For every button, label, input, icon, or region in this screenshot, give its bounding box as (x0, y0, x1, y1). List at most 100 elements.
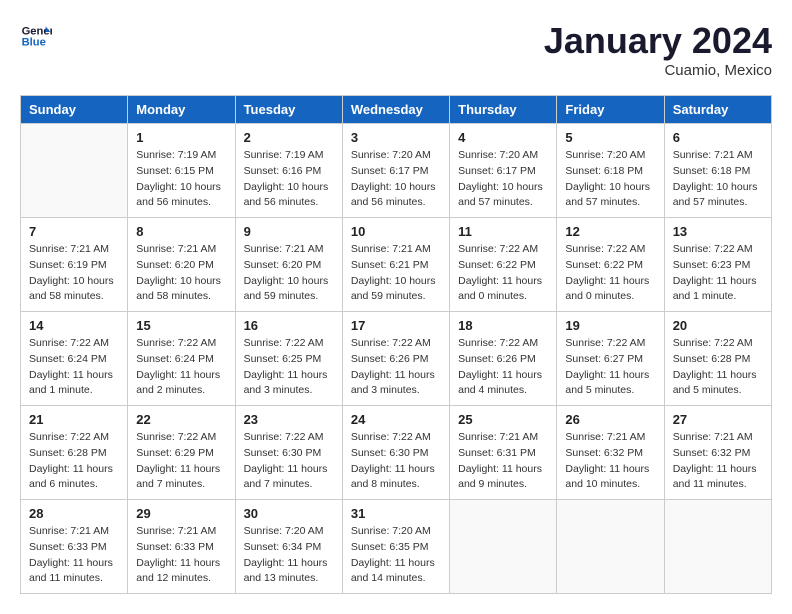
calendar-cell: 25 Sunrise: 7:21 AMSunset: 6:31 PMDayligh… (450, 406, 557, 500)
calendar-cell: 19 Sunrise: 7:22 AMSunset: 6:27 PMDayligh… (557, 312, 664, 406)
calendar-week-2: 7 Sunrise: 7:21 AMSunset: 6:19 PMDaylight… (21, 218, 772, 312)
column-header-sunday: Sunday (21, 96, 128, 124)
day-info: Sunrise: 7:22 AMSunset: 6:24 PMDaylight:… (29, 336, 119, 399)
page-header: General Blue January 2024 Cuamio, Mexico (20, 20, 772, 79)
column-header-friday: Friday (557, 96, 664, 124)
logo-icon: General Blue (20, 20, 52, 52)
day-info: Sunrise: 7:20 AMSunset: 6:17 PMDaylight:… (351, 148, 441, 211)
day-number: 6 (673, 130, 763, 145)
day-info: Sunrise: 7:22 AMSunset: 6:24 PMDaylight:… (136, 336, 226, 399)
day-number: 7 (29, 224, 119, 239)
day-number: 4 (458, 130, 548, 145)
calendar-cell: 18 Sunrise: 7:22 AMSunset: 6:26 PMDayligh… (450, 312, 557, 406)
calendar-cell (664, 500, 771, 594)
calendar-cell: 23 Sunrise: 7:22 AMSunset: 6:30 PMDayligh… (235, 406, 342, 500)
day-info: Sunrise: 7:20 AMSunset: 6:17 PMDaylight:… (458, 148, 548, 211)
calendar-cell (21, 124, 128, 218)
day-number: 31 (351, 506, 441, 521)
calendar-cell: 15 Sunrise: 7:22 AMSunset: 6:24 PMDayligh… (128, 312, 235, 406)
day-info: Sunrise: 7:21 AMSunset: 6:18 PMDaylight:… (673, 148, 763, 211)
column-header-wednesday: Wednesday (342, 96, 449, 124)
day-info: Sunrise: 7:20 AMSunset: 6:35 PMDaylight:… (351, 524, 441, 587)
day-number: 23 (244, 412, 334, 427)
day-info: Sunrise: 7:22 AMSunset: 6:28 PMDaylight:… (673, 336, 763, 399)
column-header-monday: Monday (128, 96, 235, 124)
calendar-cell: 27 Sunrise: 7:21 AMSunset: 6:32 PMDayligh… (664, 406, 771, 500)
calendar-cell: 17Sunrise: 7:22 AMSunset: 6:26 PMDayligh… (342, 312, 449, 406)
title-block: January 2024 Cuamio, Mexico (544, 20, 772, 79)
calendar-week-3: 14 Sunrise: 7:22 AMSunset: 6:24 PMDayligh… (21, 312, 772, 406)
calendar-cell: 1Sunrise: 7:19 AMSunset: 6:15 PMDaylight… (128, 124, 235, 218)
location: Cuamio, Mexico (544, 62, 772, 79)
day-info: Sunrise: 7:22 AMSunset: 6:30 PMDaylight:… (244, 430, 334, 493)
day-number: 10 (351, 224, 441, 239)
day-info: Sunrise: 7:22 AMSunset: 6:29 PMDaylight:… (136, 430, 226, 493)
day-number: 29 (136, 506, 226, 521)
day-number: 19 (565, 318, 655, 333)
calendar-cell: 6 Sunrise: 7:21 AMSunset: 6:18 PMDaylight… (664, 124, 771, 218)
svg-text:Blue: Blue (22, 37, 46, 49)
day-number: 17 (351, 318, 441, 333)
day-number: 9 (244, 224, 334, 239)
calendar-table: SundayMondayTuesdayWednesdayThursdayFrid… (20, 95, 772, 594)
month-title: January 2024 (544, 20, 772, 62)
day-info: Sunrise: 7:21 AMSunset: 6:20 PMDaylight:… (136, 242, 226, 305)
calendar-cell: 3 Sunrise: 7:20 AMSunset: 6:17 PMDaylight… (342, 124, 449, 218)
day-info: Sunrise: 7:22 AMSunset: 6:27 PMDaylight:… (565, 336, 655, 399)
day-number: 25 (458, 412, 548, 427)
calendar-cell: 11 Sunrise: 7:22 AMSunset: 6:22 PMDayligh… (450, 218, 557, 312)
day-number: 8 (136, 224, 226, 239)
day-number: 20 (673, 318, 763, 333)
day-number: 28 (29, 506, 119, 521)
calendar-week-4: 21 Sunrise: 7:22 AMSunset: 6:28 PMDayligh… (21, 406, 772, 500)
calendar-week-1: 1Sunrise: 7:19 AMSunset: 6:15 PMDaylight… (21, 124, 772, 218)
day-info: Sunrise: 7:19 AMSunset: 6:15 PMDaylight:… (136, 148, 226, 211)
day-info: Sunrise: 7:22 AMSunset: 6:30 PMDaylight:… (351, 430, 441, 493)
calendar-cell: 13 Sunrise: 7:22 AMSunset: 6:23 PMDayligh… (664, 218, 771, 312)
column-header-thursday: Thursday (450, 96, 557, 124)
calendar-cell: 22Sunrise: 7:22 AMSunset: 6:29 PMDayligh… (128, 406, 235, 500)
day-number: 3 (351, 130, 441, 145)
column-header-saturday: Saturday (664, 96, 771, 124)
day-number: 2 (244, 130, 334, 145)
day-info: Sunrise: 7:20 AMSunset: 6:18 PMDaylight:… (565, 148, 655, 211)
calendar-cell: 12 Sunrise: 7:22 AMSunset: 6:22 PMDayligh… (557, 218, 664, 312)
day-number: 12 (565, 224, 655, 239)
calendar-cell: 8 Sunrise: 7:21 AMSunset: 6:20 PMDaylight… (128, 218, 235, 312)
column-header-tuesday: Tuesday (235, 96, 342, 124)
calendar-cell: 28 Sunrise: 7:21 AMSunset: 6:33 PMDayligh… (21, 500, 128, 594)
day-info: Sunrise: 7:22 AMSunset: 6:28 PMDaylight:… (29, 430, 119, 493)
calendar-cell: 4 Sunrise: 7:20 AMSunset: 6:17 PMDaylight… (450, 124, 557, 218)
logo: General Blue (20, 20, 52, 52)
calendar-body: 1Sunrise: 7:19 AMSunset: 6:15 PMDaylight… (21, 124, 772, 594)
day-info: Sunrise: 7:21 AMSunset: 6:19 PMDaylight:… (29, 242, 119, 305)
calendar-cell: 31 Sunrise: 7:20 AMSunset: 6:35 PMDayligh… (342, 500, 449, 594)
day-info: Sunrise: 7:19 AMSunset: 6:16 PMDaylight:… (244, 148, 334, 211)
day-number: 5 (565, 130, 655, 145)
calendar-cell: 14 Sunrise: 7:22 AMSunset: 6:24 PMDayligh… (21, 312, 128, 406)
calendar-cell: 16 Sunrise: 7:22 AMSunset: 6:25 PMDayligh… (235, 312, 342, 406)
day-info: Sunrise: 7:21 AMSunset: 6:31 PMDaylight:… (458, 430, 548, 493)
day-number: 27 (673, 412, 763, 427)
day-info: Sunrise: 7:22 AMSunset: 6:23 PMDaylight:… (673, 242, 763, 305)
day-number: 16 (244, 318, 334, 333)
day-number: 14 (29, 318, 119, 333)
day-info: Sunrise: 7:22 AMSunset: 6:25 PMDaylight:… (244, 336, 334, 399)
calendar-cell: 29Sunrise: 7:21 AMSunset: 6:33 PMDayligh… (128, 500, 235, 594)
day-number: 18 (458, 318, 548, 333)
day-info: Sunrise: 7:21 AMSunset: 6:20 PMDaylight:… (244, 242, 334, 305)
day-info: Sunrise: 7:22 AMSunset: 6:26 PMDaylight:… (458, 336, 548, 399)
day-number: 11 (458, 224, 548, 239)
day-info: Sunrise: 7:22 AMSunset: 6:22 PMDaylight:… (458, 242, 548, 305)
day-number: 21 (29, 412, 119, 427)
calendar-cell: 2 Sunrise: 7:19 AMSunset: 6:16 PMDaylight… (235, 124, 342, 218)
day-info: Sunrise: 7:21 AMSunset: 6:32 PMDaylight:… (673, 430, 763, 493)
day-number: 13 (673, 224, 763, 239)
calendar-cell: 24Sunrise: 7:22 AMSunset: 6:30 PMDayligh… (342, 406, 449, 500)
calendar-cell: 30Sunrise: 7:20 AMSunset: 6:34 PMDayligh… (235, 500, 342, 594)
calendar-cell: 7 Sunrise: 7:21 AMSunset: 6:19 PMDaylight… (21, 218, 128, 312)
day-number: 15 (136, 318, 226, 333)
day-info: Sunrise: 7:20 AMSunset: 6:34 PMDaylight:… (244, 524, 334, 587)
day-info: Sunrise: 7:22 AMSunset: 6:22 PMDaylight:… (565, 242, 655, 305)
day-info: Sunrise: 7:21 AMSunset: 6:33 PMDaylight:… (29, 524, 119, 587)
